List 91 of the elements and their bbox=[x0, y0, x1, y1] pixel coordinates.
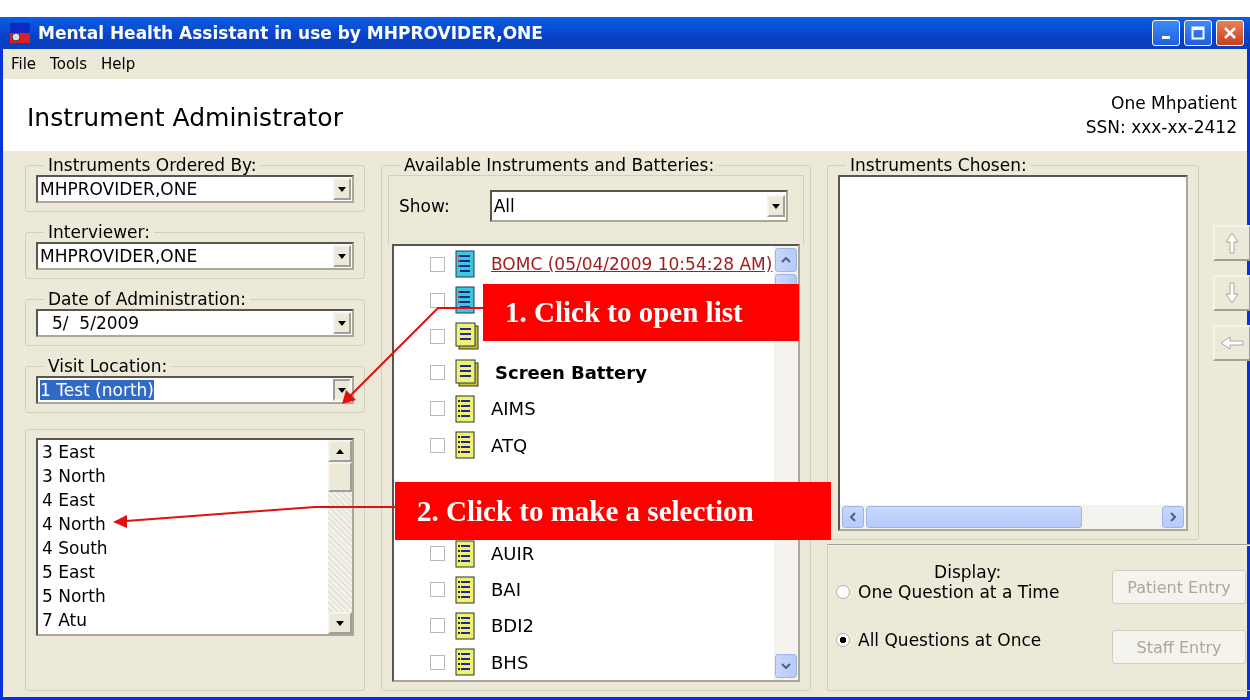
arrow-up-icon bbox=[1225, 232, 1239, 254]
maximize-button[interactable] bbox=[1184, 20, 1212, 46]
combo-box[interactable]: 5/ 5/2009 bbox=[36, 309, 354, 337]
show-label: Show: bbox=[399, 196, 450, 216]
instrument-name: Screen Battery bbox=[495, 362, 647, 384]
group-label: Visit Location: bbox=[47, 356, 169, 376]
checkbox[interactable] bbox=[430, 256, 445, 272]
checkbox[interactable] bbox=[430, 401, 445, 417]
caret-icon bbox=[771, 203, 780, 209]
combo-box[interactable]: All bbox=[489, 190, 788, 222]
document-icon bbox=[455, 431, 475, 460]
combo-box[interactable]: MHPROVIDER,ONE bbox=[36, 175, 354, 203]
page-title: Instrument Administrator bbox=[27, 101, 343, 132]
patient-ssn: SSN: xxx-xx-2412 bbox=[1085, 116, 1237, 139]
caret-icon bbox=[338, 186, 346, 192]
dropdown-option[interactable]: 4 South bbox=[38, 536, 328, 560]
group-label: Instruments Chosen: bbox=[849, 155, 1028, 175]
scrollbar[interactable] bbox=[840, 505, 1186, 529]
scroll-right-icon bbox=[1170, 512, 1176, 522]
document-icon bbox=[455, 648, 475, 677]
document-icon bbox=[455, 250, 475, 279]
instrument-name: AUIR bbox=[491, 543, 535, 565]
dropdown-option[interactable]: 7 Atu bbox=[38, 608, 328, 632]
dropdown-button[interactable] bbox=[333, 245, 351, 267]
document-stack-icon bbox=[455, 322, 479, 351]
display-label: Display: bbox=[934, 562, 1002, 582]
instrument-name: ATQ bbox=[491, 434, 528, 456]
close-icon bbox=[1223, 26, 1237, 40]
radio-option[interactable]: All Questions at Once bbox=[836, 630, 1060, 650]
menu-item[interactable]: Help bbox=[101, 55, 136, 73]
document-icon bbox=[455, 539, 475, 568]
instrument-name: AIMS bbox=[491, 398, 536, 420]
radio-button[interactable] bbox=[836, 633, 850, 647]
dropdown-option[interactable]: 4 North bbox=[38, 512, 328, 536]
scroll-left-icon bbox=[850, 512, 856, 522]
combo-box[interactable]: 1 Test (north) bbox=[36, 376, 354, 404]
group-label: Interviewer: bbox=[47, 222, 151, 242]
dropdown-option[interactable]: 3 East bbox=[38, 440, 328, 464]
checkbox[interactable] bbox=[430, 292, 445, 308]
scroll-down-icon bbox=[336, 620, 344, 626]
caret-icon bbox=[338, 253, 346, 259]
app-icon bbox=[10, 23, 30, 43]
instrument-name: BHS bbox=[491, 651, 529, 673]
minimize-button[interactable] bbox=[1152, 20, 1180, 46]
checkbox[interactable] bbox=[430, 582, 445, 598]
checkbox[interactable] bbox=[430, 437, 445, 453]
scroll-up-icon bbox=[336, 448, 344, 454]
document-icon bbox=[455, 611, 475, 640]
dropdown-option[interactable]: 4 East bbox=[38, 488, 328, 512]
minimize-icon bbox=[1162, 35, 1170, 39]
caret-icon bbox=[338, 320, 346, 326]
scrollbar-thumb[interactable] bbox=[866, 506, 1082, 528]
close-button[interactable] bbox=[1216, 20, 1244, 46]
menu-item[interactable]: Tools bbox=[50, 55, 88, 73]
instrument-name: BAI bbox=[491, 579, 521, 601]
radio-button[interactable] bbox=[836, 585, 850, 599]
document-icon bbox=[455, 575, 475, 604]
combo-box[interactable]: MHPROVIDER,ONE bbox=[36, 242, 354, 270]
document-stack-icon bbox=[455, 358, 479, 387]
instrument-name: BDI2 bbox=[491, 615, 534, 637]
arrow-down-icon bbox=[1225, 282, 1239, 304]
dropdown-option[interactable]: 5 East bbox=[38, 560, 328, 584]
dropdown-button[interactable] bbox=[333, 178, 351, 200]
instruction-tooltip: 1. Click to open list bbox=[483, 284, 799, 341]
scroll-up-icon bbox=[781, 257, 791, 263]
radio-option[interactable]: One Question at a Time bbox=[836, 582, 1060, 602]
instruction-tooltip: 2. Click to make a selection bbox=[395, 482, 831, 540]
caret-icon bbox=[338, 387, 346, 393]
window-title: Mental Health Assistant in use by MHPROVIDER,ONE bbox=[38, 23, 544, 43]
document-icon bbox=[455, 286, 475, 315]
dropdown-option[interactable]: 5 North bbox=[38, 584, 328, 608]
dropdown-button[interactable] bbox=[333, 312, 351, 334]
scrollbar[interactable] bbox=[328, 440, 352, 634]
patient-name: One Mhpatient bbox=[1111, 92, 1237, 115]
group-label: Date of Administration: bbox=[47, 289, 247, 309]
history-link[interactable]: BOMC (05/04/2009 10:54:28 AM) bbox=[491, 254, 773, 275]
checkbox[interactable] bbox=[430, 546, 445, 562]
menu-item[interactable]: File bbox=[11, 55, 37, 73]
document-icon bbox=[455, 394, 475, 423]
dropdown-button[interactable] bbox=[766, 195, 785, 217]
checkbox[interactable] bbox=[430, 654, 445, 670]
maximize-icon bbox=[1191, 26, 1205, 40]
checkbox[interactable] bbox=[430, 365, 445, 381]
dropdown-option[interactable]: 3 North bbox=[38, 464, 328, 488]
arrow-left-icon bbox=[1220, 336, 1244, 350]
checkbox[interactable] bbox=[430, 618, 445, 634]
checkbox[interactable] bbox=[430, 328, 445, 344]
group-label: Instruments Ordered By: bbox=[47, 155, 258, 175]
scroll-down-icon bbox=[781, 663, 791, 670]
selected-text: 1 Test (north) bbox=[40, 380, 154, 400]
group-label: Available Instruments and Batteries: bbox=[403, 155, 716, 175]
